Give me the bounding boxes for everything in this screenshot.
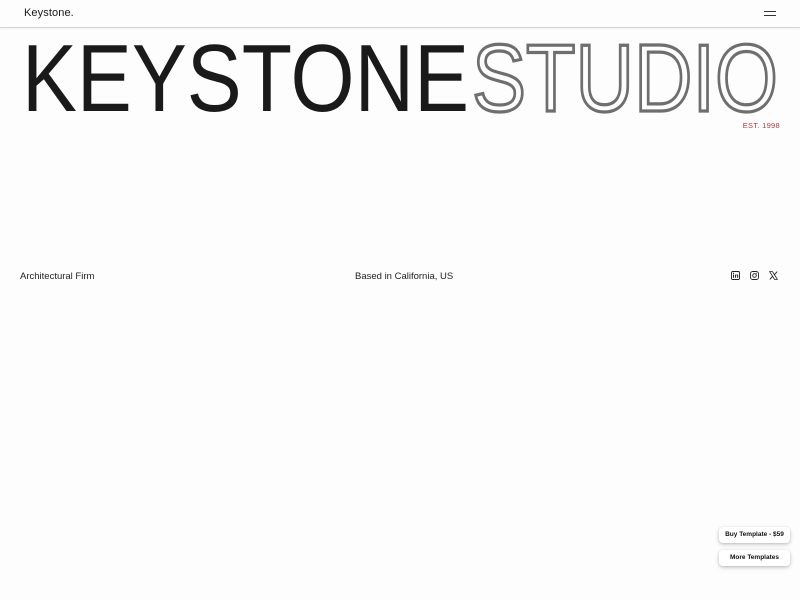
linkedin-icon[interactable]	[731, 271, 740, 280]
social-links	[731, 271, 778, 280]
established-label: EST. 1998	[742, 121, 780, 130]
more-templates-button[interactable]: More Templates	[719, 550, 790, 566]
x-icon[interactable]	[769, 271, 778, 280]
page: Keystone. KEYSTONE STUDIO EST. 1998 Arch…	[0, 0, 800, 600]
hero-heading: KEYSTONE STUDIO	[0, 27, 800, 127]
hero-word-keystone: KEYSTONE	[22, 27, 469, 127]
info-row: Architectural Firm Based in California, …	[0, 270, 800, 286]
buy-template-button[interactable]: Buy Template - $59	[719, 527, 790, 543]
menu-icon	[764, 11, 776, 12]
firm-type: Architectural Firm	[20, 271, 95, 282]
logo[interactable]: Keystone.	[24, 7, 74, 19]
hero-word-studio: STUDIO	[472, 27, 778, 127]
menu-button[interactable]	[764, 9, 776, 17]
location: Based in California, US	[355, 271, 454, 282]
top-navbar: Keystone.	[0, 0, 800, 28]
instagram-icon[interactable]	[750, 271, 759, 280]
